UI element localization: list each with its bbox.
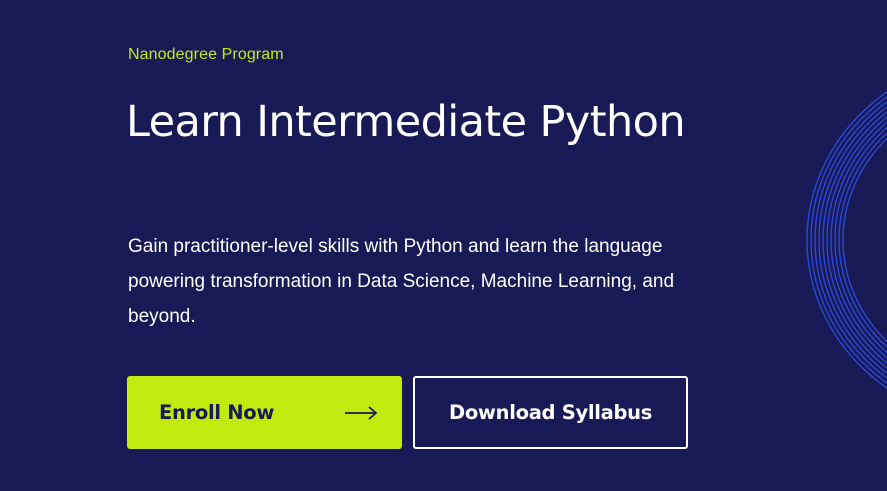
enroll-now-label: Enroll Now bbox=[159, 401, 275, 424]
download-syllabus-label: Download Syllabus bbox=[448, 401, 653, 424]
arrow-right-icon bbox=[344, 405, 378, 420]
page-title: Learn Intermediate Python bbox=[126, 97, 686, 147]
download-syllabus-button[interactable]: Download Syllabus bbox=[413, 376, 688, 449]
program-type-label: Nanodegree Program bbox=[128, 46, 284, 63]
hero-section: Nanodegree Program Learn Intermediate Py… bbox=[0, 0, 887, 491]
concentric-arcs-decoration bbox=[806, 91, 887, 389]
enroll-now-button[interactable]: Enroll Now bbox=[127, 376, 402, 449]
program-description: Gain practitioner-level skills with Pyth… bbox=[128, 236, 675, 327]
